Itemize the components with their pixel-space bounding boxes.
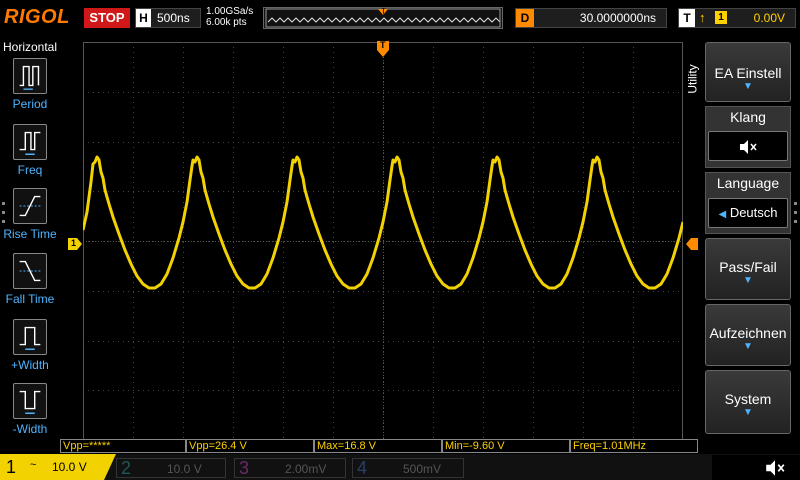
measure-freq-value[interactable]: Freq=1.01MHz [570, 439, 698, 453]
memory-overview[interactable]: T [263, 7, 503, 29]
positive-width-icon [13, 319, 47, 355]
trigger-position-label: T [380, 40, 386, 50]
waveform-graticule[interactable] [83, 42, 683, 440]
ch1-status[interactable]: 1 ~ 10.0 V [0, 454, 104, 480]
aufzeichnen-label: Aufzeichnen [709, 325, 787, 341]
ch4-scale: 500mV [403, 462, 442, 476]
negative-width-icon [13, 383, 47, 419]
chevron-down-icon: ▼ [743, 341, 753, 352]
language-value: Deutsch [729, 205, 778, 220]
ch1-waveform [83, 155, 683, 290]
system-label: System [724, 391, 772, 407]
rise-time-icon [13, 188, 47, 224]
ch4-status[interactable]: 4 500mV [352, 458, 464, 478]
brand-logo: RIGOL [4, 6, 70, 28]
measure-rise-time[interactable]: Rise Time [0, 188, 60, 241]
ch2-status[interactable]: 2 10.0 V [116, 458, 226, 478]
chevron-left-icon: ◀ [718, 209, 727, 220]
rising-edge-icon: ↑ [699, 10, 706, 25]
system-button[interactable]: System ▼ [705, 370, 791, 434]
chevron-down-icon: ▼ [743, 407, 753, 418]
measure-freq-label: Freq [17, 163, 43, 177]
speaker-muted-icon [740, 139, 757, 154]
trigger-letter: T [679, 9, 695, 27]
ch3-status[interactable]: 3 2.00mV [234, 458, 346, 478]
klang-header: Klang [730, 109, 766, 125]
measure-vpp[interactable]: Vpp=26.4 V [186, 439, 314, 453]
measure-positive-width[interactable]: +Width [0, 319, 60, 372]
right-page-dots [794, 202, 798, 234]
period-icon [13, 58, 47, 94]
ch2-scale: 10.0 V [167, 462, 202, 476]
left-page-dots [2, 202, 6, 234]
measure-period[interactable]: Period [0, 58, 60, 111]
chevron-down-icon: ▼ [743, 275, 753, 286]
trigger-level-marker[interactable] [686, 238, 698, 250]
delay-letter: D [516, 9, 534, 27]
acquisition-info: 1.00GSa/s 6.00k pts [206, 6, 253, 28]
timebase-indicator[interactable]: H 500ns [135, 8, 201, 28]
ch1-tab-edge [100, 454, 116, 480]
ch1-number: 1 [6, 457, 17, 477]
pass-fail-label: Pass/Fail [719, 259, 777, 275]
run-stop-status[interactable]: STOP [84, 8, 130, 28]
chevron-down-icon: ▼ [743, 81, 753, 92]
utility-tab-label: Utility [685, 64, 700, 94]
measure-period-label: Period [12, 97, 48, 111]
speaker-muted-icon [766, 460, 785, 476]
measure-fall-time-label: Fall Time [5, 292, 55, 306]
trigger-level: 0.00V [753, 11, 785, 25]
fall-time-icon [13, 253, 47, 289]
measure-vpp-stars[interactable]: Vpp=***** [60, 439, 186, 453]
utility-menu-tab[interactable]: Utility [686, 60, 702, 100]
ch1-offset-label: 1 [71, 238, 77, 248]
measure-negative-width[interactable]: -Width [0, 383, 60, 436]
measure-negative-width-label: -Width [12, 422, 48, 436]
sample-rate: 1.00GSa/s [206, 6, 254, 17]
ch3-scale: 2.00mV [285, 462, 327, 476]
ac-coupling-icon: ~ [30, 459, 37, 471]
measure-min[interactable]: Min=-9.60 V [442, 439, 570, 453]
trigger-source: 1 [715, 11, 727, 24]
ch2-number: 2 [121, 458, 132, 478]
delay-indicator[interactable]: D 30.0000000ns [515, 8, 667, 28]
memory-depth: 6.00k pts [206, 17, 247, 28]
measure-rise-time-label: Rise Time [3, 227, 57, 241]
freq-icon [13, 124, 47, 160]
bottom-sound-area[interactable] [712, 455, 800, 480]
measure-fall-time[interactable]: Fall Time [0, 253, 60, 306]
timebase-value: 500ns [157, 11, 190, 25]
ch1-scale: 10.0 V [52, 460, 87, 474]
ch4-number: 4 [357, 458, 368, 478]
pass-fail-button[interactable]: Pass/Fail ▼ [705, 238, 791, 300]
left-panel-title: Horizontal [2, 40, 58, 54]
timebase-letter: H [136, 9, 151, 27]
ea-einstell-button[interactable]: EA Einstell ▼ [705, 42, 791, 102]
language-header: Language [716, 175, 780, 191]
memory-trigger-marker: T [381, 7, 386, 16]
klang-toggle[interactable] [708, 131, 788, 161]
language-select[interactable]: ◀ Deutsch [708, 198, 788, 228]
measure-max[interactable]: Max=16.8 V [314, 439, 442, 453]
delay-value: 30.0000000ns [579, 11, 656, 25]
aufzeichnen-button[interactable]: Aufzeichnen ▼ [705, 304, 791, 366]
trigger-indicator[interactable]: T ↑ 1 0.00V [678, 8, 796, 28]
ch3-number: 3 [239, 458, 250, 478]
ea-einstell-label: EA Einstell [714, 65, 782, 81]
measure-freq[interactable]: Freq [0, 124, 60, 177]
measure-positive-width-label: +Width [11, 358, 49, 372]
